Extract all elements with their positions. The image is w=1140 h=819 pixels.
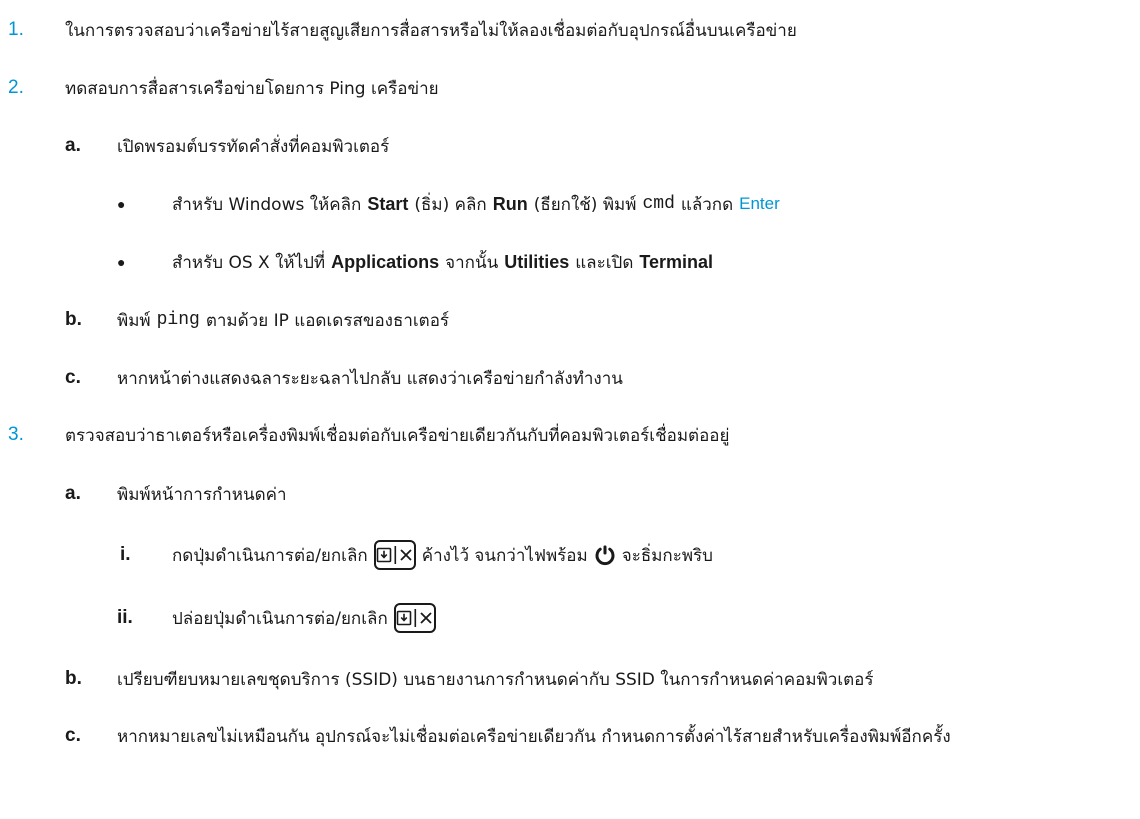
step-text: ทดสอบการสื่อสารเครือข่ายโดยการ Ping เครื… (65, 78, 439, 99)
substep-letter: a. (65, 483, 81, 504)
step-3: 3. ตรวจสอบว่าธาเตอร์หรือเครื่องพิมพ์เชื่… (0, 415, 1140, 455)
substep-letter: c. (65, 725, 81, 746)
start-label: Start (367, 193, 409, 214)
substep-letter: c. (65, 367, 81, 388)
step-number: 1. (8, 19, 24, 40)
bullet-icon: ● (117, 196, 126, 212)
text-segment: ตามด้วย IP แอดเดรสของธาเตอร์ (205, 310, 450, 331)
cancel-x-icon (400, 549, 412, 561)
cmd-command: cmd (642, 194, 675, 214)
run-label: Run (492, 193, 528, 214)
text-segment: จะธิ่มกะพริบ (621, 545, 713, 566)
substep-letter: b. (65, 668, 82, 689)
substep-letter: a. (65, 135, 81, 156)
substep-3a-ii: ii. ปล่อยปุ่มดำเนินการต่อ/ยกเลิก (0, 598, 1140, 638)
roman-numeral: ii. (117, 607, 133, 628)
divider-glyph (394, 546, 397, 564)
text-segment: จากนั้น (445, 252, 499, 273)
substep-text: ปล่อยปุ่มดำเนินการต่อ/ยกเลิก (172, 603, 442, 633)
resume-cancel-button-icon (393, 603, 436, 633)
substep-text: เปรียบฑียบหมายเลขชุดบริการ (SSID) บนธายง… (117, 669, 874, 690)
text-segment: กดปุ่มดำเนินการต่อ/ยกเลิก (172, 545, 368, 566)
text-segment: ค้างไว้ จนกว่าไฟพร้อม (421, 545, 588, 566)
substep-text: หากหมายเลขไม่เหมือนกัน อุปกรณ์จะไม่เชื่อ… (117, 726, 951, 747)
roman-numeral: i. (120, 544, 131, 565)
bullet-text: สำหรับ Windows ให้คลิก Start (ธิ่ม) คลิก… (172, 191, 780, 218)
divider-glyph (414, 609, 417, 627)
text-segment: (ธิ่ม) คลิก (414, 194, 487, 215)
resume-cancel-button-icon (373, 540, 416, 570)
terminal-label: Terminal (639, 251, 714, 272)
substep-text: พิมพ์หน้าการกำหนดค่า (117, 484, 287, 505)
bullet-icon: ● (117, 254, 126, 270)
text-segment: ปล่อยปุ่มดำเนินการต่อ/ยกเลิก (172, 608, 388, 629)
step-2: 2. ทดสอบการสื่อสารเครือข่ายโดยการ Ping เ… (0, 68, 1140, 108)
step-1: 1. ในการตรวจสอบว่าเครือข่ายไร้สายสูญเสีย… (0, 10, 1140, 50)
substep-3a: a. พิมพ์หน้าการกำหนดค่า (0, 474, 1140, 514)
resume-glyph-icon (376, 547, 392, 563)
bullet-windows: ● สำหรับ Windows ให้คลิก Start (ธิ่ม) คล… (0, 184, 1140, 224)
substep-text: หากหน้าต่างแสดงฉลาระยะฉลาไปกลับ แสดงว่าเ… (117, 368, 623, 389)
step-text: ตรวจสอบว่าธาเตอร์หรือเครื่องพิมพ์เชื่อมต… (65, 425, 730, 446)
step-number: 3. (8, 424, 24, 445)
bullet-text: สำหรับ OS X ให้ไปที่ Applications จากนั้… (172, 249, 713, 276)
resume-glyph-icon (396, 610, 412, 626)
step-number: 2. (8, 77, 24, 98)
substep-text: กดปุ่มดำเนินการต่อ/ยกเลิก ค้างไว้ จนกว่า… (172, 540, 713, 570)
text-segment: (ธียกใช้) พิมพ์ (533, 194, 637, 215)
ping-command: ping (156, 310, 200, 330)
text-segment: แล้วกด (680, 194, 734, 215)
applications-label: Applications (331, 251, 440, 272)
step-text: ในการตรวจสอบว่าเครือข่ายไร้สายสูญเสียการ… (65, 20, 797, 41)
substep-3b: b. เปรียบฑียบหมายเลขชุดบริการ (SSID) บนธ… (0, 659, 1140, 699)
power-icon (594, 544, 616, 566)
enter-key-label: Enter (739, 194, 780, 213)
substep-2a: a. เปิดพรอมต์บรรทัดคำสั่งที่คอมพิวเตอร์ (0, 126, 1140, 166)
substep-2c: c. หากหน้าต่างแสดงฉลาระยะฉลาไปกลับ แสดงว… (0, 358, 1140, 398)
substep-2b: b. พิมพ์ ping ตามด้วย IP แอดเดรสของธาเตอ… (0, 300, 1140, 340)
text-segment: สำหรับ OS X ให้ไปที่ (172, 252, 326, 273)
substep-letter: b. (65, 309, 82, 330)
substep-3c: c. หากหมายเลขไม่เหมือนกัน อุปกรณ์จะไม่เช… (0, 716, 1140, 756)
substep-text: พิมพ์ ping ตามด้วย IP แอดเดรสของธาเตอร์ (117, 307, 449, 334)
substep-3a-i: i. กดปุ่มดำเนินการต่อ/ยกเลิก ค้างไว้ จนก… (0, 535, 1140, 575)
substep-text: เปิดพรอมต์บรรทัดคำสั่งที่คอมพิวเตอร์ (117, 136, 390, 157)
cancel-x-icon (420, 612, 432, 624)
utilities-label: Utilities (504, 251, 570, 272)
text-segment: และเปิด (575, 252, 634, 273)
bullet-osx: ● สำหรับ OS X ให้ไปที่ Applications จากน… (0, 242, 1140, 282)
text-segment: สำหรับ Windows ให้คลิก (172, 194, 362, 215)
text-segment: พิมพ์ (117, 310, 151, 331)
